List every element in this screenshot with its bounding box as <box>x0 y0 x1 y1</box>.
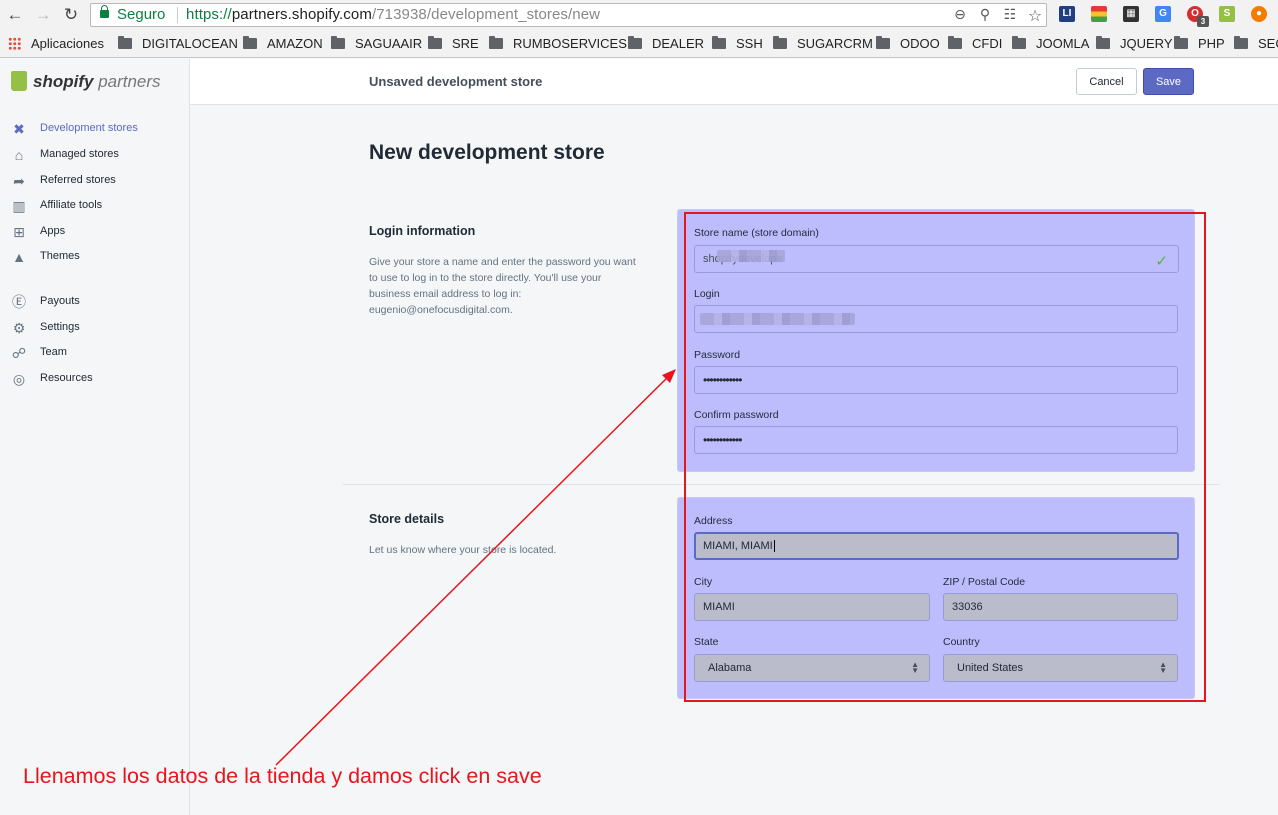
annotation-arrow <box>275 369 676 766</box>
arrow-line <box>275 371 674 766</box>
annotation-text: Llenamos los datos de la tienda y damos … <box>23 764 542 788</box>
